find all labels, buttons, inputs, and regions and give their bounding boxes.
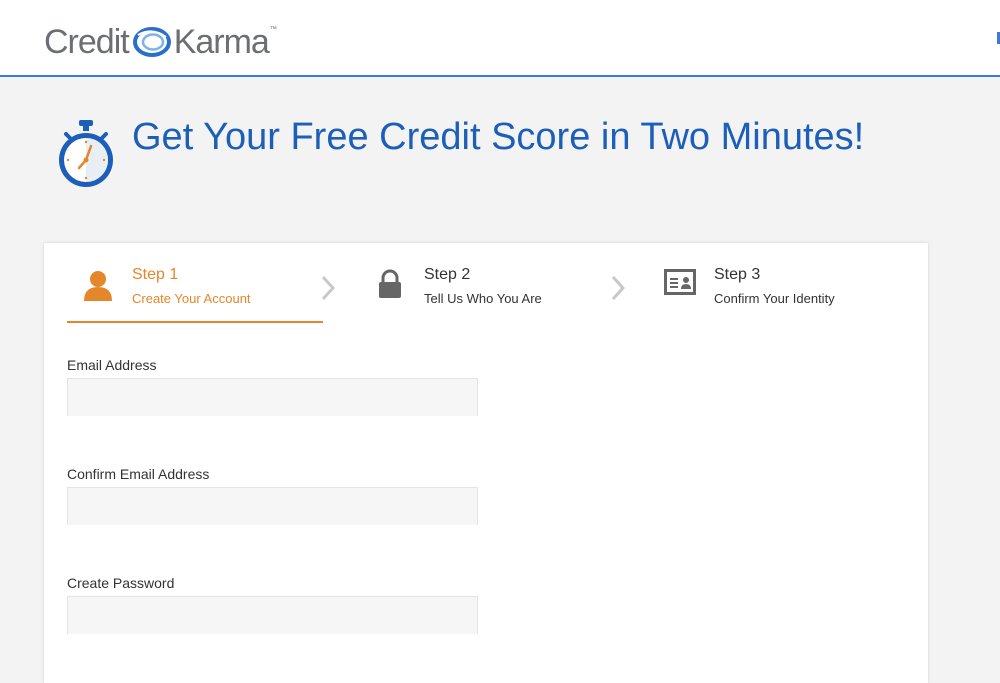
person-icon	[84, 271, 112, 301]
password-label: Create Password	[67, 575, 175, 591]
step-3-label: Confirm Your Identity	[714, 291, 835, 306]
password-field[interactable]	[67, 596, 478, 634]
active-step-underline	[67, 321, 323, 323]
step-3-number: Step 3	[714, 266, 761, 283]
logo-text-credit: Credit	[44, 22, 130, 61]
logo-text-karma: Karma	[173, 22, 270, 61]
logo-swirl-icon	[132, 27, 171, 57]
confirm-email-field[interactable]	[67, 487, 478, 525]
logo-trademark: ™	[269, 26, 277, 33]
signup-card: Step 1 Create Your Account Step 2 Tell U…	[44, 243, 928, 683]
chevron-right-icon	[321, 275, 336, 301]
step-2-number: Step 2	[424, 266, 471, 283]
stopwatch-icon	[59, 120, 113, 187]
lock-icon	[379, 269, 401, 298]
step-2-label: Tell Us Who You Are	[424, 291, 542, 306]
page-title: Get Your Free Credit Score in Two Minute…	[132, 116, 865, 158]
step-3[interactable]: Step 3 Confirm Your Identity	[660, 265, 835, 325]
step-1-number: Step 1	[132, 266, 179, 283]
chevron-right-icon	[611, 275, 626, 301]
signup-steps: Step 1 Create Your Account Step 2 Tell U…	[44, 243, 928, 325]
confirm-email-label: Confirm Email Address	[67, 466, 210, 482]
credit-karma-logo[interactable]: Credit Karma ™	[44, 22, 277, 62]
email-label: Email Address	[67, 357, 157, 373]
id-card-icon	[664, 269, 696, 295]
step-1[interactable]: Step 1 Create Your Account	[78, 265, 251, 325]
step-1-label: Create Your Account	[132, 291, 251, 306]
email-field[interactable]	[67, 378, 478, 416]
site-header: Credit Karma ™	[0, 0, 1000, 77]
step-2[interactable]: Step 2 Tell Us Who You Are	[370, 265, 542, 325]
